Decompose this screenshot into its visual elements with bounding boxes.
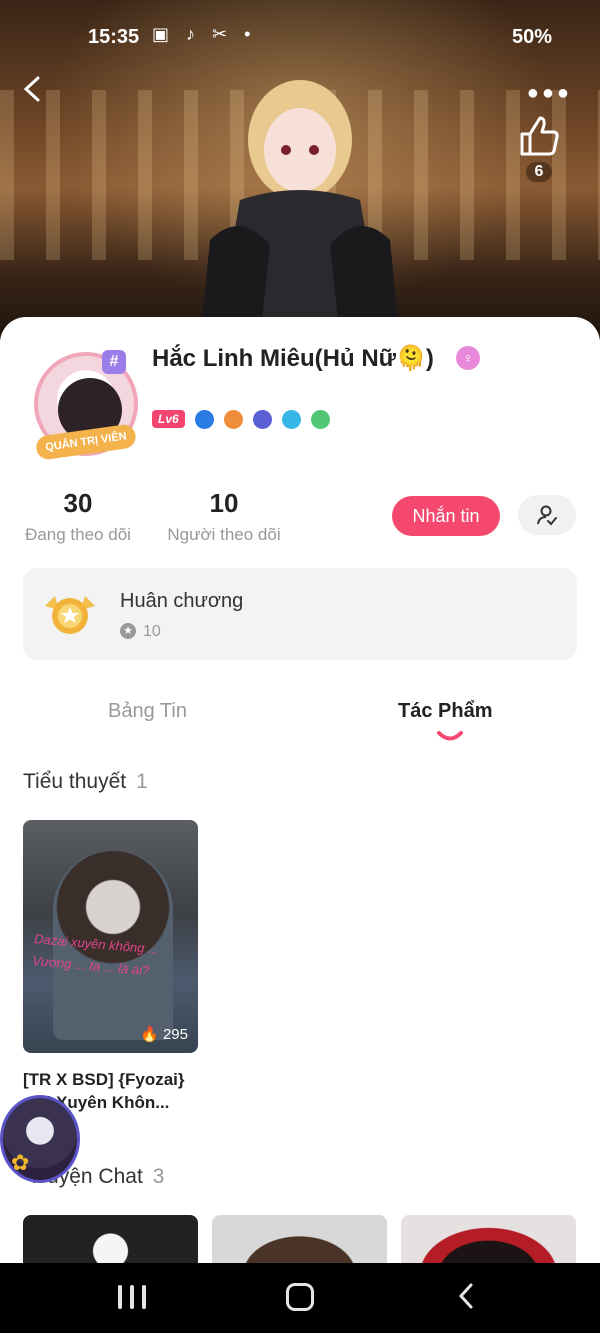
followers-stat[interactable]: 10 Người theo dõi	[162, 488, 286, 545]
status-notification-icons: ▣ ♪ ✂ •	[152, 24, 257, 44]
like-count: 6	[526, 162, 552, 182]
novels-section-title: Tiểu thuyết 1	[23, 770, 148, 794]
female-icon: ♀	[456, 346, 480, 370]
medal-section[interactable]: Huân chương ★ 10	[23, 568, 577, 660]
status-bar: 15:35 ▣ ♪ ✂ • 50%	[0, 0, 600, 72]
chats-count: 3	[152, 1165, 165, 1188]
username: Hắc Linh Miêu(Hủ Nữ🫠)	[152, 345, 434, 372]
avatar-hashtag-badge: #	[102, 350, 126, 374]
status-time: 15:35	[88, 26, 140, 48]
follow-status-button[interactable]	[518, 495, 576, 535]
followers-label: Người theo dõi	[167, 525, 281, 544]
star-icon: ★	[120, 623, 136, 639]
following-count: 30	[63, 488, 93, 518]
flower-icon: ✿	[11, 1150, 30, 1175]
level-badge: Lv6	[152, 410, 185, 428]
novel-reads: 🔥 295	[140, 1025, 188, 1043]
like-button[interactable]	[514, 112, 562, 160]
chevron-left-icon	[23, 76, 40, 102]
more-dots-icon: ●●●	[526, 82, 572, 104]
novel-cover[interactable]: Dazai xuyên không ... Vương ... ta ... l…	[23, 820, 198, 1053]
recent-apps-button[interactable]	[118, 1285, 146, 1309]
status-battery: 50%	[511, 26, 552, 48]
badge-icon-5	[310, 409, 330, 429]
profile-avatar[interactable]: QUẢN TRỊ VIÊN #	[30, 344, 142, 461]
medal-title: Huân chương	[120, 590, 244, 612]
back-button[interactable]	[20, 74, 50, 108]
badge-icon-2	[223, 409, 243, 429]
user-check-icon	[537, 505, 557, 526]
novels-count: 1	[136, 770, 148, 793]
fire-icon: 🔥	[140, 1026, 159, 1043]
badge-row[interactable]: Lv6	[152, 408, 330, 430]
followers-count: 10	[209, 488, 239, 518]
novels-title: Tiểu thuyết	[23, 770, 127, 793]
system-back-button[interactable]	[456, 1281, 476, 1311]
message-button[interactable]: Nhắn tin	[392, 496, 500, 536]
medal-count: 10	[143, 623, 161, 640]
badge-icon-4	[281, 409, 301, 429]
badge-icon-1	[194, 409, 214, 429]
medal-icon	[45, 596, 95, 634]
more-options-button[interactable]: ●●●	[527, 82, 572, 105]
cover-character-illustration	[200, 80, 400, 340]
system-nav-bar	[0, 1263, 600, 1333]
floating-chat-avatar[interactable]: ✿	[0, 1095, 80, 1183]
tab-works[interactable]: Tác Phẩm	[398, 700, 492, 723]
thumbs-up-icon	[520, 116, 559, 156]
badge-icon-3	[252, 409, 272, 429]
recent-apps-icon	[118, 1285, 122, 1309]
tab-feed[interactable]: Bảng Tin	[108, 700, 187, 723]
novel-reads-count: 295	[162, 1026, 188, 1043]
following-label: Đang theo dõi	[25, 525, 131, 544]
home-button[interactable]	[286, 1283, 314, 1311]
tab-active-indicator	[437, 731, 463, 741]
following-stat[interactable]: 30 Đang theo dõi	[18, 488, 138, 545]
